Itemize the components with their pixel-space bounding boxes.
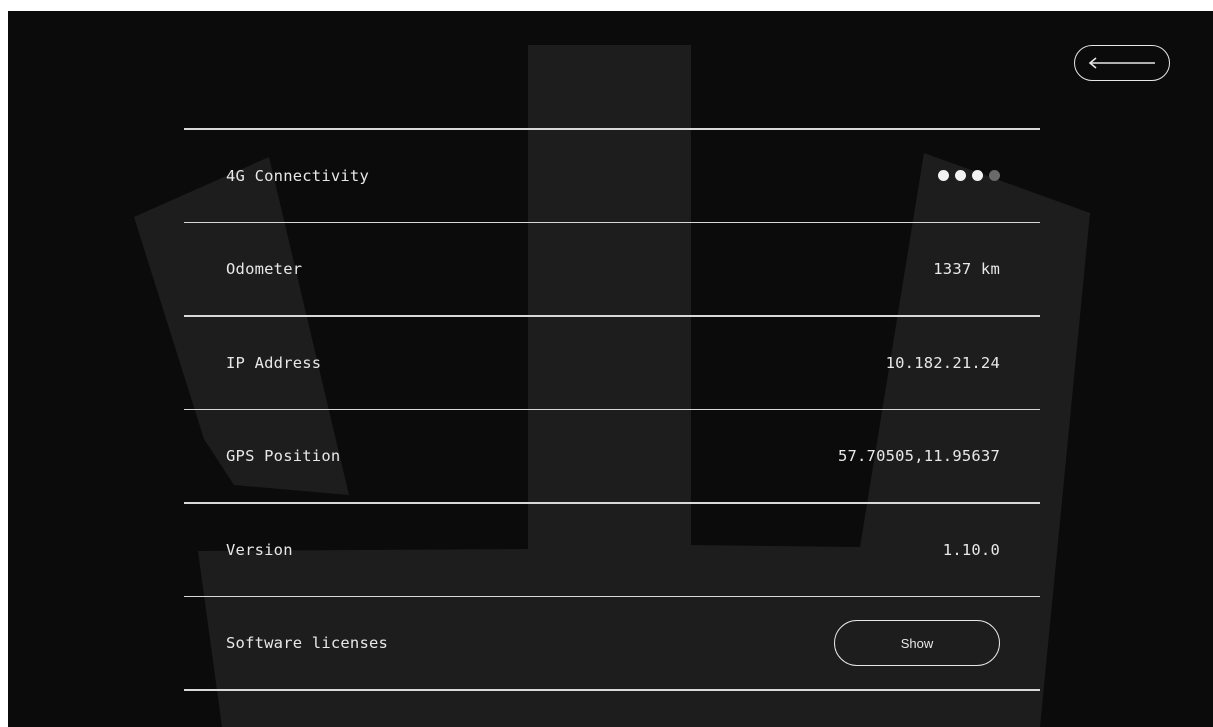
signal-dot-active bbox=[972, 170, 983, 181]
signal-dot-active bbox=[938, 170, 949, 181]
row-label: Software licenses bbox=[226, 634, 389, 652]
back-button[interactable] bbox=[1074, 45, 1170, 81]
row-label: Version bbox=[226, 540, 293, 559]
row-label: 4G Connectivity bbox=[226, 166, 369, 185]
show-licenses-button[interactable]: Show bbox=[834, 620, 1000, 666]
arrow-left-icon bbox=[1088, 57, 1155, 69]
row-odometer: Odometer 1337 km bbox=[184, 223, 1040, 315]
odometer-value: 1337 km bbox=[933, 260, 1000, 278]
signal-strength-indicator bbox=[938, 170, 1000, 181]
row-version: Version 1.10.0 bbox=[184, 504, 1040, 596]
row-gps-position: GPS Position 57.70505,11.95637 bbox=[184, 410, 1040, 502]
vehicle-info-screen: 4G Connectivity Odometer 1337 km IP Addr… bbox=[8, 11, 1213, 727]
version-value: 1.10.0 bbox=[942, 540, 1000, 559]
divider bbox=[184, 689, 1040, 691]
row-label: GPS Position bbox=[226, 447, 341, 465]
ip-address-value: 10.182.21.24 bbox=[885, 353, 1000, 372]
signal-dot-active bbox=[955, 170, 966, 181]
vehicle-info-list: 4G Connectivity Odometer 1337 km IP Addr… bbox=[184, 128, 1040, 691]
row-label: IP Address bbox=[226, 353, 322, 372]
row-4g-connectivity: 4G Connectivity bbox=[184, 130, 1040, 222]
row-ip-address: IP Address 10.182.21.24 bbox=[184, 317, 1040, 409]
row-label: Odometer bbox=[226, 260, 303, 278]
signal-dot-inactive bbox=[989, 170, 1000, 181]
gps-position-value: 57.70505,11.95637 bbox=[837, 447, 1000, 465]
row-software-licenses: Software licenses Show bbox=[184, 597, 1040, 689]
